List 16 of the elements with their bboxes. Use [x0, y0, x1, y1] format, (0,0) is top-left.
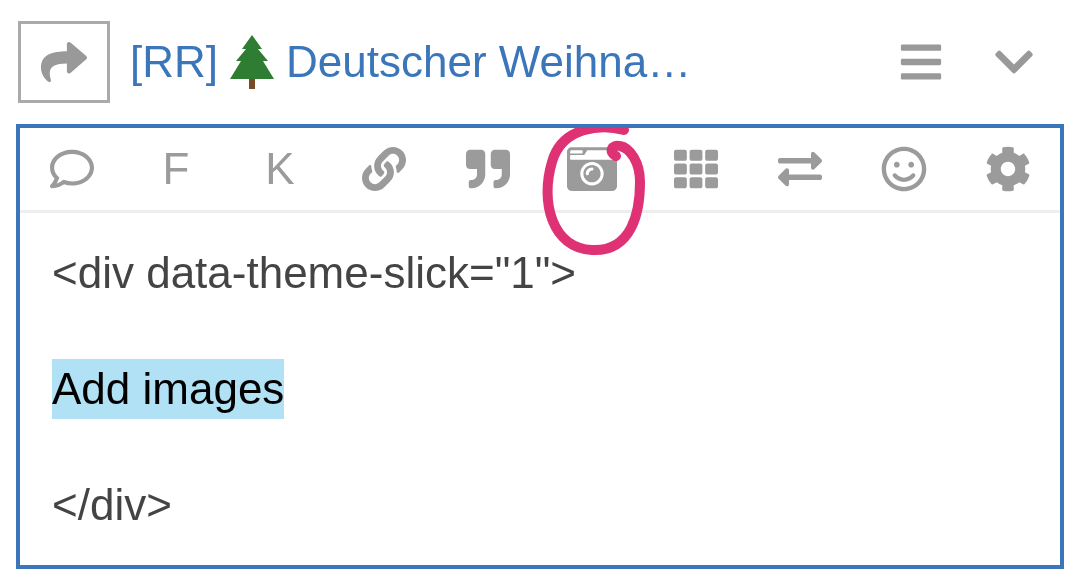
tree-icon [228, 33, 276, 91]
speech-bubble-icon [50, 147, 94, 191]
share-button[interactable] [18, 21, 110, 103]
grid-icon [674, 147, 718, 191]
format-letter-button[interactable]: F [141, 134, 211, 204]
editor-text-line: <div data-theme-slick="1"> [52, 247, 577, 299]
editor-text-line: </div> [52, 479, 172, 531]
camera-icon [567, 144, 617, 194]
quote-icon [466, 147, 510, 191]
settings-icon [985, 146, 1031, 192]
thread-title[interactable]: Deutscher Weihna… [286, 37, 692, 87]
title-prefix: [RR] [130, 37, 218, 87]
share-arrow-icon [41, 39, 87, 85]
link-icon [362, 147, 406, 191]
smiley-icon [881, 146, 927, 192]
format-letter-button[interactable]: K [245, 134, 315, 204]
